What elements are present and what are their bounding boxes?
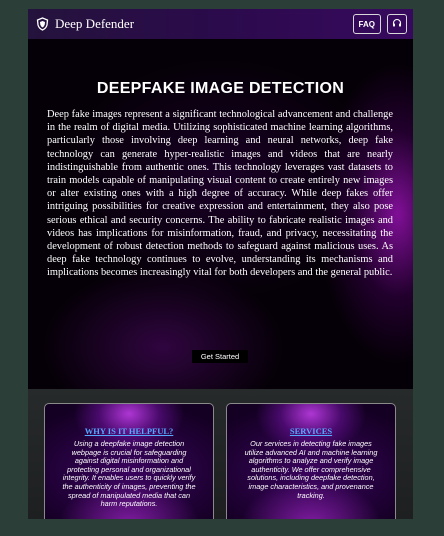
top-navbar: Deep Defender FAQ xyxy=(28,9,413,39)
get-started-button[interactable]: Get Started xyxy=(192,350,248,363)
brand-name[interactable]: Deep Defender xyxy=(55,16,134,32)
shield-icon[interactable] xyxy=(35,17,49,31)
services-card-text: Our services in detecting fake images ut… xyxy=(244,439,378,500)
support-button[interactable] xyxy=(387,14,407,34)
hero-section: DEEPFAKE IMAGE DETECTION Deep fake image… xyxy=(28,39,413,389)
faq-button[interactable]: FAQ xyxy=(352,14,381,34)
page-title: DEEPFAKE IMAGE DETECTION xyxy=(96,80,345,97)
helpful-card: WHY IS IT HELPFUL? Using a deepfake imag… xyxy=(44,403,214,519)
services-card-title[interactable]: SERVICES xyxy=(227,426,395,436)
helpful-card-title[interactable]: WHY IS IT HELPFUL? xyxy=(45,426,213,436)
hero-description: Deep fake images represent a significant… xyxy=(47,109,393,279)
services-card: SERVICES Our services in detecting fake … xyxy=(226,403,396,519)
nav-actions: FAQ xyxy=(352,14,407,34)
app-frame: Deep Defender FAQ DEEPFAKE IMAGE DETECTI… xyxy=(28,9,413,519)
helpful-card-text: Using a deepfake image detection webpage… xyxy=(62,439,196,509)
headset-icon xyxy=(392,18,402,30)
info-section: WHY IS IT HELPFUL? Using a deepfake imag… xyxy=(28,389,413,519)
